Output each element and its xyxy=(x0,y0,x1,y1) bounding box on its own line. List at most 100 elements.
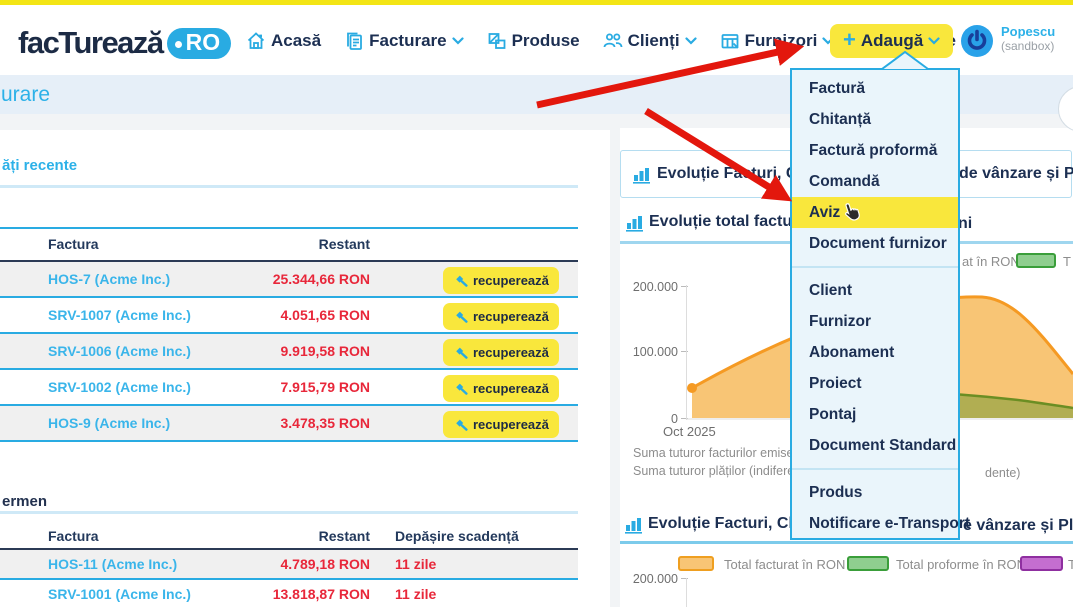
nav-item-clienti[interactable]: Clienți xyxy=(603,31,697,51)
user-menu[interactable]: Popescu (sandbox) xyxy=(961,25,1055,57)
legend-swatch-purple xyxy=(1020,556,1063,571)
table-row: HOS-11 (Acme Inc.) 4.789,18 RON 11 zile xyxy=(0,550,578,580)
menu-item-comanda[interactable]: Comandă xyxy=(792,166,958,197)
invoice-link[interactable]: SRV-1007 (Acme Inc.) xyxy=(48,307,191,323)
data-point-dot xyxy=(687,383,697,393)
legend-swatch-green xyxy=(1016,253,1056,268)
menu-item-pontaj[interactable]: Pontaj xyxy=(792,399,958,430)
legend-swatch-orange xyxy=(678,556,714,571)
recover-label: recuperează xyxy=(473,309,549,324)
invoice-link[interactable]: HOS-11 (Acme Inc.) xyxy=(48,556,177,572)
nav-item-acasa[interactable]: Acasă xyxy=(246,31,321,51)
invoice-link[interactable]: HOS-7 (Acme Inc.) xyxy=(48,271,170,287)
menu-separator xyxy=(792,461,958,477)
chart1-footnote-1: Suma tuturor facturilor emise și xyxy=(633,446,806,460)
hand-cursor-icon xyxy=(844,201,863,223)
table-row: SRV-1001 (Acme Inc.) 13.818,87 RON 11 zi… xyxy=(0,580,578,607)
nav-label: Facturare xyxy=(369,31,446,51)
chevron-down-icon xyxy=(685,37,697,45)
chart1-legend-fragment: at în RON xyxy=(962,254,1020,269)
tab-title-fragment-left: Evoluție Facturi, Ch xyxy=(657,165,807,183)
chart2-title-fragment-right: e vânzare și Plăți xyxy=(963,517,1073,535)
table-row: HOS-7 (Acme Inc.) 25.344,66 RON recupere… xyxy=(0,262,578,298)
legend-label: Total facturat în RON xyxy=(724,557,845,572)
menu-item-document-furnizor[interactable]: Document furnizor xyxy=(792,228,958,259)
logo-ro-badge: RO xyxy=(167,28,232,59)
recover-button[interactable]: recuperează xyxy=(443,411,559,438)
recover-label: recuperează xyxy=(473,273,549,288)
menu-item-abonament[interactable]: Abonament xyxy=(792,337,958,368)
menu-item-chitanta[interactable]: Chitanță xyxy=(792,104,958,135)
outstanding-amount: 7.915,79 RON xyxy=(230,379,370,395)
invoice-link[interactable]: SRV-1001 (Acme Inc.) xyxy=(48,586,191,602)
recent-payments-rows: HOS-7 (Acme Inc.) 25.344,66 RON recupere… xyxy=(0,262,578,442)
table-row: SRV-1006 (Acme Inc.) 9.919,58 RON recupe… xyxy=(0,334,578,370)
recover-button[interactable]: recuperează xyxy=(443,339,559,366)
dropdown-callout-arrow xyxy=(878,49,932,70)
legend-label: T xyxy=(1068,557,1073,572)
gavel-icon xyxy=(453,381,468,396)
y-axis-tick: 200.000 xyxy=(630,572,678,586)
outstanding-amount: 4.789,18 RON xyxy=(230,556,370,572)
invoice-link[interactable]: SRV-1002 (Acme Inc.) xyxy=(48,379,191,395)
add-button-label: Adaugă xyxy=(861,31,923,51)
logo-badge-text: RO xyxy=(186,29,221,55)
clients-icon xyxy=(603,31,623,51)
invoice-link[interactable]: HOS-9 (Acme Inc.) xyxy=(48,415,170,431)
gavel-icon xyxy=(453,309,468,324)
recover-button[interactable]: recuperează xyxy=(443,267,559,294)
recover-label: recuperează xyxy=(473,345,549,360)
recover-button[interactable]: recuperează xyxy=(443,303,559,330)
bar-chart-icon xyxy=(633,167,651,184)
menu-item-client[interactable]: Client xyxy=(792,275,958,306)
invoice-link[interactable]: SRV-1006 (Acme Inc.) xyxy=(48,343,191,359)
overdue-table-header: Factura Restant Depășire scadență xyxy=(0,526,578,546)
home-icon xyxy=(246,31,266,51)
outstanding-amount: 3.478,35 RON xyxy=(230,415,370,431)
y-axis-line xyxy=(686,578,687,607)
y-axis-tick: 100.000 xyxy=(630,345,678,359)
divider xyxy=(0,511,578,514)
table-row: HOS-9 (Acme Inc.) 3.478,35 RON recuperea… xyxy=(0,406,578,442)
menu-item-notificare-e-transport[interactable]: Notificare e-Transport xyxy=(792,508,958,539)
chart1-legend-fragment-right: T xyxy=(1063,254,1071,269)
nav-item-facturare[interactable]: Facturare xyxy=(344,31,463,51)
recover-button[interactable]: recuperează xyxy=(443,375,559,402)
chart1-title-fragment-left: Evoluție total factura xyxy=(649,213,807,231)
col-factura: Factura xyxy=(48,528,99,544)
gavel-icon xyxy=(453,345,468,360)
menu-item-document-standard[interactable]: Document Standard xyxy=(792,430,958,461)
overdue-rows: HOS-11 (Acme Inc.) 4.789,18 RON 11 zile … xyxy=(0,550,578,607)
gavel-icon xyxy=(453,273,468,288)
chart1-footnote-2-right: dente) xyxy=(985,466,1020,480)
suppliers-icon xyxy=(720,31,740,51)
logo[interactable]: facTurează RO xyxy=(18,25,231,61)
menu-item-factura[interactable]: Factură xyxy=(792,73,958,104)
nav-item-produse[interactable]: Produse xyxy=(487,31,580,51)
table-row: SRV-1007 (Acme Inc.) 4.051,65 RON recupe… xyxy=(0,298,578,334)
menu-item-produs[interactable]: Produs xyxy=(792,477,958,508)
chart2-title-fragment-left: Evoluție Facturi, Chit xyxy=(648,515,808,533)
menu-item-aviz[interactable]: Aviz xyxy=(792,197,958,228)
menu-item-furnizor[interactable]: Furnizor xyxy=(792,306,958,337)
chart1-title-fragment-right: ni xyxy=(958,215,972,233)
overdue-days: 11 zile xyxy=(395,586,436,602)
power-avatar-icon xyxy=(961,25,993,57)
outstanding-amount: 4.051,65 RON xyxy=(230,307,370,323)
legend-label: Total proforme în RON xyxy=(896,557,1026,572)
recent-payments-table-header: Factura Restant xyxy=(0,229,578,260)
top-accent-strip xyxy=(0,0,1073,5)
col-depasire: Depășire scadență xyxy=(395,528,519,544)
logo-dot xyxy=(175,41,182,48)
col-restant: Restant xyxy=(230,236,370,252)
recover-label: recuperează xyxy=(473,417,549,432)
nav-label: Acasă xyxy=(271,31,321,51)
gavel-icon xyxy=(453,417,468,432)
nav-item-furnizori[interactable]: Furnizori xyxy=(720,31,835,51)
menu-item-factura-proforma[interactable]: Factură proformă xyxy=(792,135,958,166)
page-title: urare xyxy=(1,83,50,107)
recover-label: recuperează xyxy=(473,381,549,396)
menu-item-proiect[interactable]: Proiect xyxy=(792,368,958,399)
overdue-title: ermen xyxy=(2,493,47,510)
col-restant: Restant xyxy=(230,528,370,544)
